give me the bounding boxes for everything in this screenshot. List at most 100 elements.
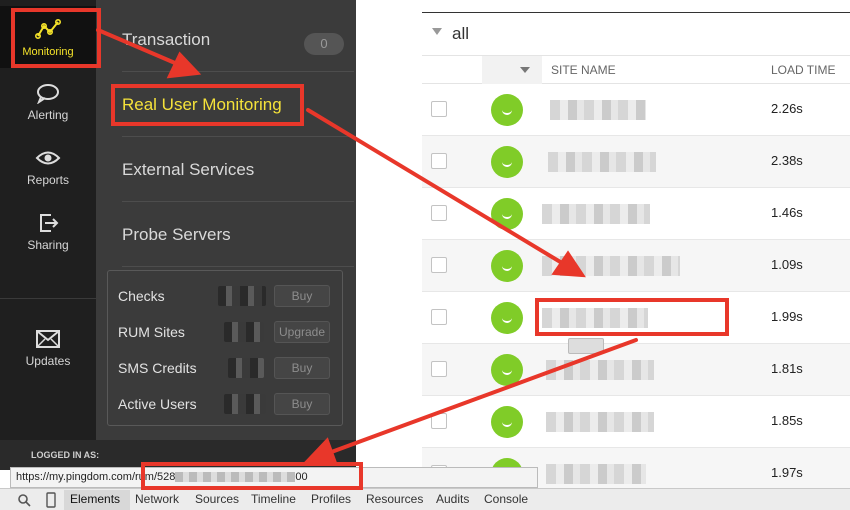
row-checkbox[interactable] [431, 153, 447, 169]
column-load-time[interactable]: LOAD TIME [771, 63, 835, 77]
transaction-count-badge: 0 [304, 33, 344, 55]
envelope-icon [36, 330, 60, 348]
account-stats-panel: Checks Buy RUM Sites Upgrade SMS Credits… [107, 270, 343, 426]
upgrade-rum-button[interactable]: Upgrade [274, 321, 330, 343]
table-row[interactable]: 1.09s [422, 240, 850, 292]
site-name-redacted[interactable] [542, 204, 650, 224]
nav-monitoring[interactable]: Monitoring [0, 6, 96, 68]
table-row[interactable]: 1.85s [422, 396, 850, 448]
magnifier-icon [18, 494, 31, 507]
row-checkbox[interactable] [431, 257, 447, 273]
devtools-tab-profiles[interactable]: Profiles [311, 492, 351, 506]
submenu-item-label: Probe Servers [122, 225, 231, 244]
row-checkbox[interactable] [431, 413, 447, 429]
stat-row-checks: Checks Buy [108, 278, 344, 314]
site-name-redacted[interactable] [546, 412, 654, 432]
submenu-item-label: External Services [122, 160, 255, 179]
status-up-icon [491, 94, 523, 126]
site-name-redacted[interactable] [546, 464, 646, 484]
submenu-item-label: Real User Monitoring [122, 95, 282, 114]
site-name-redacted[interactable] [542, 256, 680, 276]
site-name-redacted[interactable] [550, 100, 646, 120]
eye-icon [35, 151, 61, 165]
submenu-item-real-user-monitoring[interactable]: Real User Monitoring [122, 72, 354, 137]
buy-checks-button[interactable]: Buy [274, 285, 330, 307]
stat-row-sms-credits: SMS Credits Buy [108, 350, 344, 386]
site-name-redacted[interactable] [542, 308, 648, 328]
stat-label: Active Users [118, 396, 197, 412]
main-nav-rail: Monitoring Alerting Reports Sharing Upda… [0, 0, 96, 440]
load-time: 1.97s [771, 465, 803, 480]
load-time: 1.85s [771, 413, 803, 428]
logged-in-label: LOGGED IN AS: [31, 450, 100, 460]
nav-reports-label: Reports [26, 173, 70, 187]
stat-label: SMS Credits [118, 360, 197, 376]
nav-updates-label: Updates [25, 354, 71, 368]
devtools-tab-timeline[interactable]: Timeline [251, 492, 296, 506]
table-row[interactable]: 2.26s [422, 84, 850, 136]
stat-row-active-users: Active Users Buy [108, 386, 344, 422]
table-row[interactable]: 1.81s [422, 344, 850, 396]
site-name-redacted[interactable] [546, 360, 654, 380]
row-checkbox[interactable] [431, 361, 447, 377]
status-up-icon [491, 302, 523, 334]
site-name-redacted[interactable] [548, 152, 656, 172]
row-checkbox[interactable] [431, 309, 447, 325]
nav-monitoring-label: Monitoring [22, 46, 74, 58]
share-icon [40, 214, 59, 232]
status-sort-column[interactable] [482, 56, 542, 84]
load-time: 1.09s [771, 257, 803, 272]
load-time: 1.81s [771, 361, 803, 376]
table-row[interactable]: 1.46s [422, 188, 850, 240]
buy-sms-button[interactable]: Buy [274, 357, 330, 379]
speech-bubble-icon [37, 84, 59, 104]
submenu-item-probe-servers[interactable]: Probe Servers [122, 202, 354, 267]
devtools-tab-audits[interactable]: Audits [436, 492, 469, 506]
stat-value-redacted [228, 358, 264, 378]
submenu-item-transaction[interactable]: Transaction 0 [122, 7, 354, 72]
rail-divider [0, 298, 96, 299]
stat-value-redacted [224, 394, 266, 414]
stat-label: Checks [118, 288, 165, 304]
device-mode-icon [46, 492, 56, 508]
monitoring-icon [35, 18, 61, 39]
load-time: 1.46s [771, 205, 803, 220]
sort-caret-icon [520, 67, 530, 73]
row-checkbox[interactable] [431, 205, 447, 221]
load-time: 2.38s [771, 153, 803, 168]
nav-sharing-label: Sharing [27, 238, 69, 252]
caret-down-icon [432, 28, 442, 35]
row-checkbox[interactable] [431, 101, 447, 117]
screen: Monitoring Alerting Reports Sharing Upda… [0, 0, 850, 510]
column-site-name[interactable]: SITE NAME [551, 63, 616, 77]
devtools-icons [18, 492, 56, 508]
nav-updates[interactable]: Updates [0, 316, 96, 378]
devtools-tab-console[interactable]: Console [484, 492, 528, 506]
stat-value-redacted [224, 322, 264, 342]
stat-value-redacted [218, 286, 266, 306]
status-up-icon [491, 198, 523, 230]
submenu-item-label: Transaction [122, 30, 211, 49]
status-url-suffix: 00 [295, 471, 308, 483]
group-toggle[interactable]: all [422, 16, 850, 54]
buy-users-button[interactable]: Buy [274, 393, 330, 415]
header-rule [422, 12, 850, 13]
devtools-tab-sources[interactable]: Sources [195, 492, 239, 506]
devtools-tab-network[interactable]: Network [135, 492, 179, 506]
submenu-item-external-services[interactable]: External Services [122, 137, 354, 202]
status-up-icon [491, 354, 523, 386]
table-row-highlighted[interactable]: 1.99s [422, 292, 850, 344]
monitoring-submenu: Transaction 0 Real User Monitoring Exter… [96, 0, 356, 440]
stat-row-rum-sites: RUM Sites Upgrade [108, 314, 344, 350]
link-status-bar: https://my.pingdom.com/rum/528 00 [10, 467, 538, 488]
status-up-icon [491, 146, 523, 178]
table-row[interactable]: 2.38s [422, 136, 850, 188]
nav-reports[interactable]: Reports [0, 135, 96, 197]
devtools-tab-elements[interactable]: Elements [70, 492, 120, 506]
nav-sharing[interactable]: Sharing [0, 200, 96, 262]
group-name: all [452, 24, 470, 43]
logged-in-footer: LOGGED IN AS: [0, 440, 356, 470]
nav-alerting[interactable]: Alerting [0, 70, 96, 132]
url-redacted [175, 472, 296, 483]
devtools-tab-resources[interactable]: Resources [366, 492, 423, 506]
